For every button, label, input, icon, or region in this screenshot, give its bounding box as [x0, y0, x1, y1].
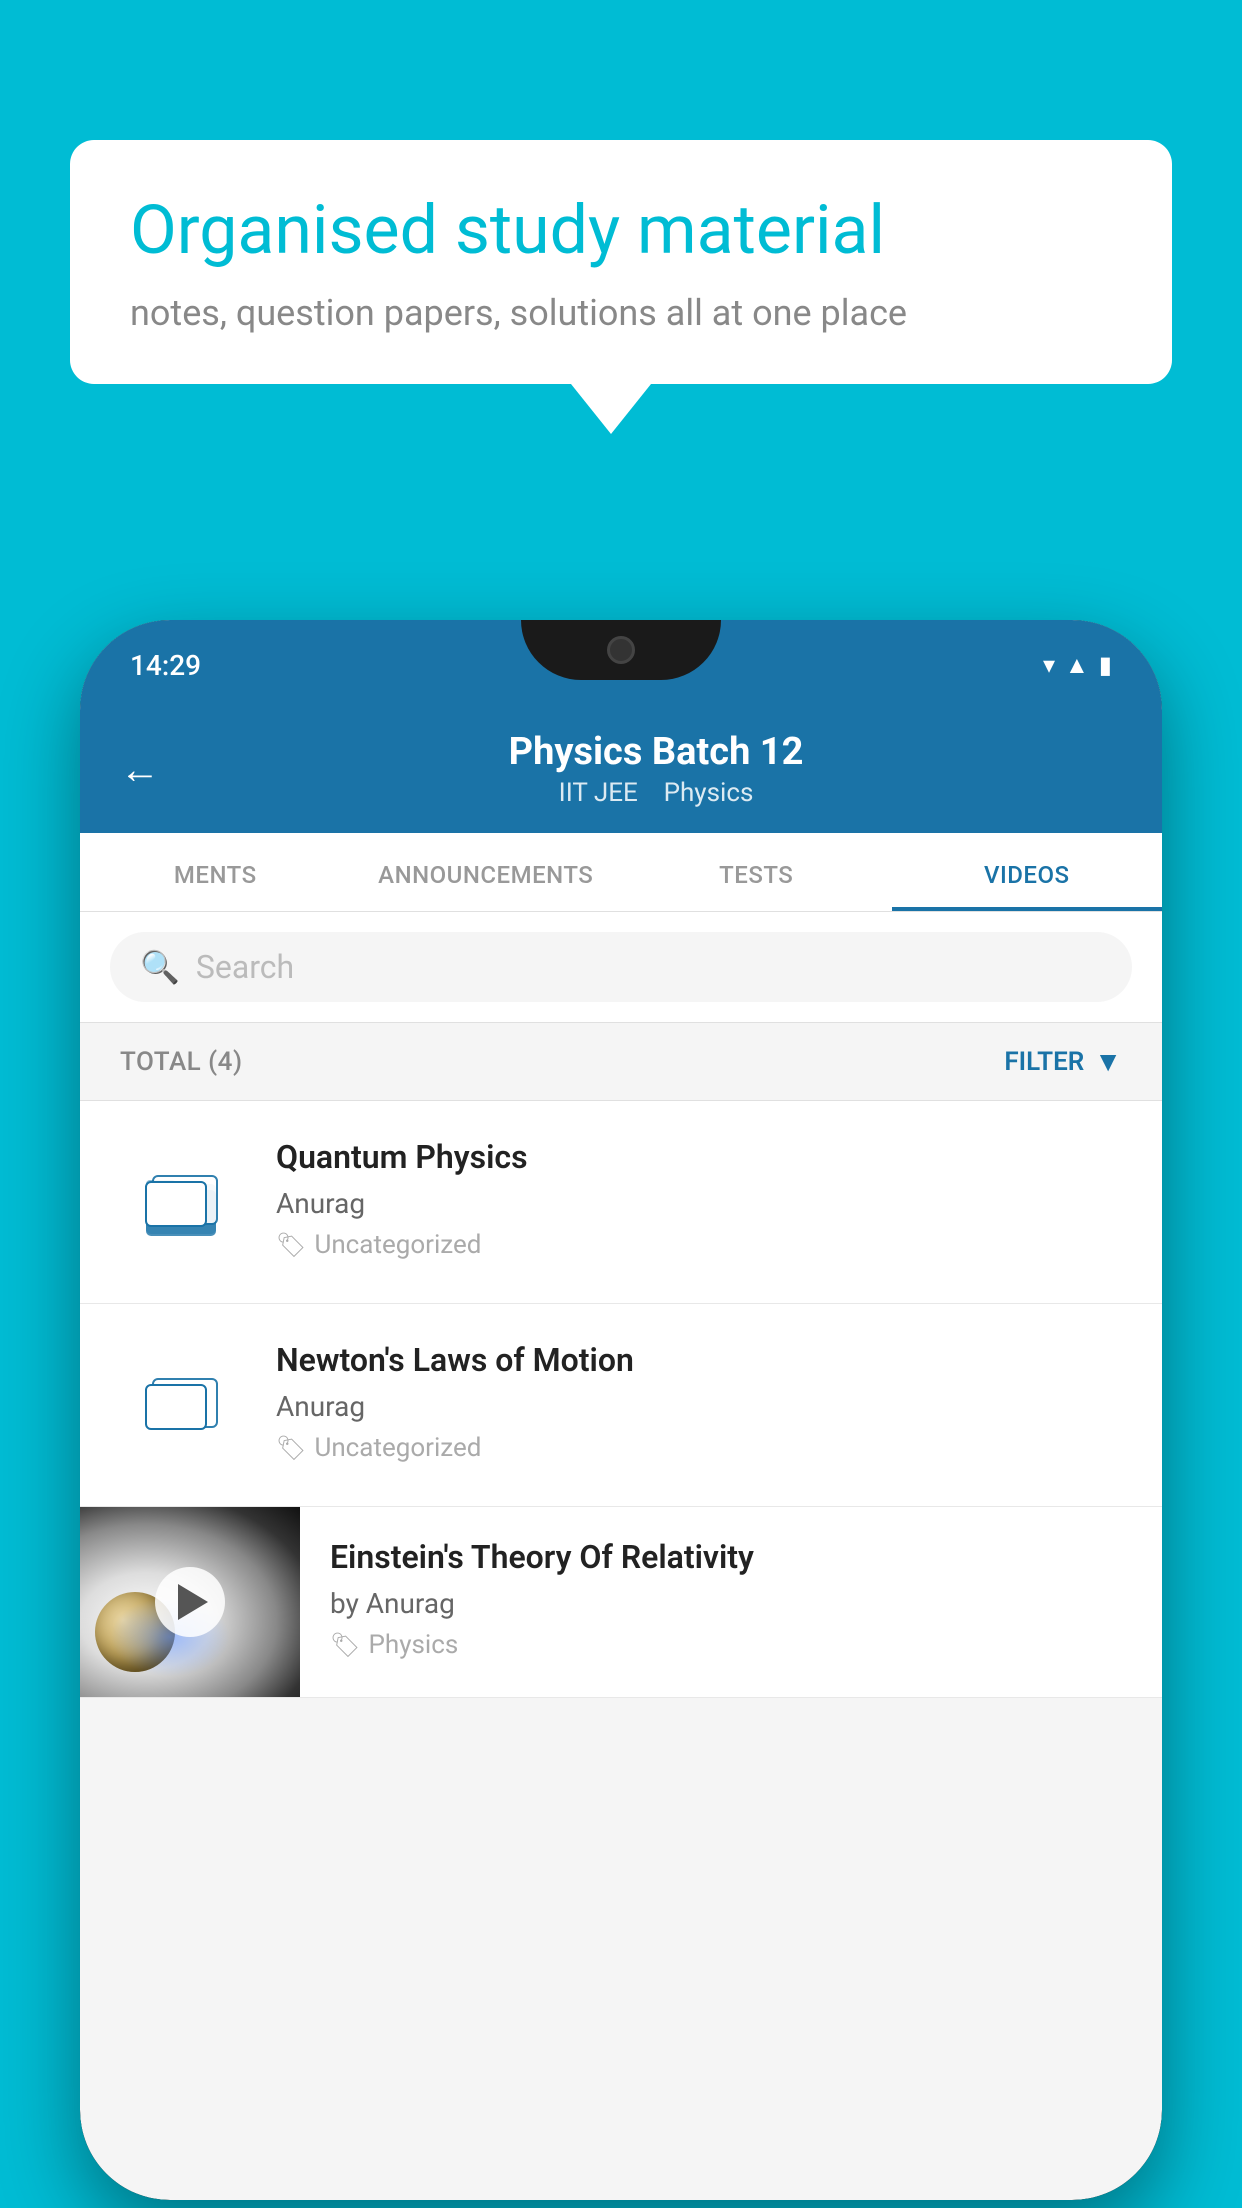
- video-info-1: Quantum Physics Anurag 🏷 Uncategorized: [276, 1137, 1126, 1260]
- status-icons: ▾ ▲ ▮: [1043, 651, 1112, 680]
- video-thumb-2: [116, 1340, 246, 1470]
- camera-sensor: [607, 636, 635, 664]
- video-author-1: Anurag: [276, 1187, 1126, 1220]
- video-list: Quantum Physics Anurag 🏷 Uncategorized: [80, 1101, 1162, 1698]
- status-bar: 14:29 ▾ ▲ ▮: [80, 620, 1162, 710]
- phone-container: 14:29 ▾ ▲ ▮ ← Physics Batch 12: [80, 620, 1162, 2208]
- status-time: 14:29: [130, 649, 201, 682]
- video-tag-2: 🏷 Uncategorized: [276, 1433, 1126, 1463]
- back-button[interactable]: ←: [120, 746, 160, 793]
- filter-row: TOTAL (4) FILTER ▼: [80, 1023, 1162, 1101]
- tag-icon-3: 🏷: [330, 1631, 360, 1659]
- filter-label: FILTER: [1004, 1047, 1084, 1077]
- tab-tests[interactable]: TESTS: [621, 833, 892, 911]
- speech-bubble-arrow: [571, 384, 651, 434]
- phone-notch: [521, 620, 721, 680]
- tab-ments[interactable]: MENTS: [80, 833, 351, 911]
- speech-bubble: Organised study material notes, question…: [70, 140, 1172, 384]
- filter-icon: ▼: [1094, 1045, 1122, 1078]
- total-label: TOTAL (4): [120, 1047, 243, 1077]
- video-tag-1: 🏷 Uncategorized: [276, 1230, 1126, 1260]
- video-info-2: Newton's Laws of Motion Anurag 🏷 Uncateg…: [276, 1340, 1126, 1463]
- list-item[interactable]: Einstein's Theory Of Relativity by Anura…: [80, 1507, 1162, 1698]
- header-subtitle-iit: IIT JEE: [559, 778, 638, 808]
- app-header: ← Physics Batch 12 IIT JEE Physics: [80, 710, 1162, 833]
- folder-icon-2: [141, 1365, 221, 1445]
- speech-bubble-section: Organised study material notes, question…: [70, 140, 1172, 434]
- tab-videos[interactable]: VIDEOS: [892, 833, 1163, 911]
- header-subtitle: IIT JEE Physics: [190, 778, 1122, 808]
- tag-icon-2: 🏷: [276, 1434, 306, 1462]
- video-tag-3: 🏷 Physics: [330, 1630, 1132, 1660]
- tabs-container: MENTS ANNOUNCEMENTS TESTS VIDEOS: [80, 833, 1162, 912]
- tag-icon-1: 🏷: [276, 1231, 306, 1259]
- video-thumb-1: [116, 1137, 246, 1267]
- phone-outer: 14:29 ▾ ▲ ▮ ← Physics Batch 12: [80, 620, 1162, 2200]
- speech-bubble-subtitle: notes, question papers, solutions all at…: [130, 292, 1112, 334]
- list-item[interactable]: Newton's Laws of Motion Anurag 🏷 Uncateg…: [80, 1304, 1162, 1507]
- folder-icon-1: [141, 1162, 221, 1242]
- search-placeholder: Search: [196, 948, 294, 986]
- video-author-2: Anurag: [276, 1390, 1126, 1423]
- video-title-2: Newton's Laws of Motion: [276, 1340, 1126, 1382]
- search-icon: 🔍: [140, 948, 180, 986]
- wifi-icon: ▾: [1043, 651, 1055, 679]
- video-author-3: by Anurag: [330, 1587, 1132, 1620]
- tab-announcements[interactable]: ANNOUNCEMENTS: [351, 833, 622, 911]
- search-input-wrapper[interactable]: 🔍 Search: [110, 932, 1132, 1002]
- battery-icon: ▮: [1099, 651, 1112, 679]
- play-button-overlay[interactable]: [155, 1567, 225, 1637]
- video-title-1: Quantum Physics: [276, 1137, 1126, 1179]
- header-title: Physics Batch 12: [190, 730, 1122, 774]
- phone-screen: 14:29 ▾ ▲ ▮ ← Physics Batch 12: [80, 620, 1162, 2200]
- search-container: 🔍 Search: [80, 912, 1162, 1023]
- signal-icon: ▲: [1065, 651, 1089, 680]
- video-info-3: Einstein's Theory Of Relativity by Anura…: [300, 1507, 1162, 1690]
- tag-label-2: Uncategorized: [314, 1433, 481, 1463]
- list-item[interactable]: Quantum Physics Anurag 🏷 Uncategorized: [80, 1101, 1162, 1304]
- play-icon: [178, 1584, 208, 1620]
- speech-bubble-title: Organised study material: [130, 190, 1112, 272]
- tag-label-3: Physics: [368, 1630, 458, 1660]
- filter-button[interactable]: FILTER ▼: [1004, 1045, 1122, 1078]
- video-title-3: Einstein's Theory Of Relativity: [330, 1537, 1132, 1579]
- video-thumbnail-3: [80, 1507, 300, 1697]
- header-title-area: Physics Batch 12 IIT JEE Physics: [190, 730, 1122, 808]
- header-subtitle-physics: Physics: [664, 778, 754, 808]
- tag-label-1: Uncategorized: [314, 1230, 481, 1260]
